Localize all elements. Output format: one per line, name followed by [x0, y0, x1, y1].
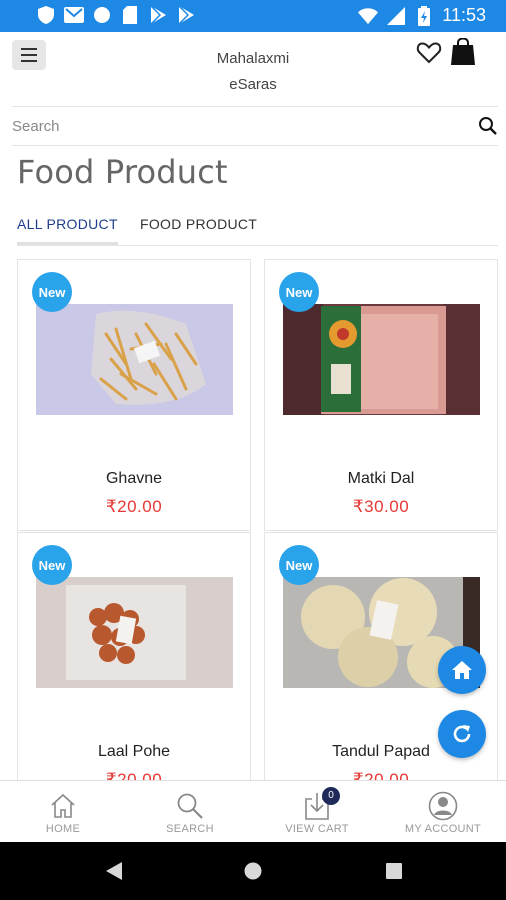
- product-image[interactable]: [36, 304, 233, 415]
- bag-button[interactable]: [450, 37, 476, 66]
- active-tab-indicator: [17, 242, 118, 245]
- nav-search-label: SEARCH: [166, 823, 214, 835]
- heart-icon: [416, 42, 442, 64]
- nav-my-account-label: MY ACCOUNT: [404, 823, 482, 835]
- product-card[interactable]: New Laal Pohe ₹20.00: [17, 532, 251, 804]
- clock: 11:53: [442, 5, 486, 25]
- cart-count-badge: 0: [322, 787, 340, 805]
- app-header: Mahalaxmi eSaras: [0, 32, 506, 104]
- play-store-icon: [176, 5, 196, 25]
- recents-icon[interactable]: [386, 863, 402, 879]
- search-icon: [175, 791, 205, 821]
- account-icon: [428, 791, 458, 821]
- shopping-bag-icon: [451, 37, 475, 65]
- product-card[interactable]: New Matki Dal ₹30.00: [264, 259, 498, 531]
- page-title: Food Product: [17, 153, 228, 191]
- shield-icon: [36, 5, 56, 25]
- nav-home[interactable]: HOME: [0, 791, 126, 835]
- new-badge: New: [32, 545, 72, 585]
- home-icon: [48, 791, 78, 821]
- play-store-icon: [148, 5, 168, 25]
- category-tabs: ALL PRODUCT FOOD PRODUCT: [17, 208, 498, 246]
- back-icon[interactable]: [106, 862, 122, 880]
- system-navigation-bar: [0, 842, 506, 900]
- product-price: ₹30.00: [352, 497, 410, 516]
- home-fab[interactable]: [438, 646, 486, 694]
- wifi-icon: [358, 6, 379, 26]
- product-image[interactable]: [36, 577, 233, 688]
- new-badge: New: [279, 272, 319, 312]
- new-badge: New: [32, 272, 72, 312]
- search-button[interactable]: [478, 116, 498, 136]
- product-card[interactable]: New Ghavne ₹20.00: [17, 259, 251, 531]
- product-name[interactable]: Matki Dal: [265, 470, 497, 488]
- sd-card-icon: [120, 5, 140, 25]
- brand-line2: eSaras: [229, 76, 277, 93]
- refresh-icon: [453, 725, 471, 743]
- gmail-icon: [64, 5, 84, 25]
- circle-icon: [92, 5, 112, 25]
- nav-search[interactable]: SEARCH: [127, 791, 253, 835]
- nav-view-cart[interactable]: 0 VIEW CART: [254, 787, 380, 835]
- product-name[interactable]: Laal Pohe: [18, 743, 250, 761]
- home-circle-icon[interactable]: [244, 862, 262, 880]
- search-icon: [479, 117, 497, 135]
- nav-view-cart-label: VIEW CART: [285, 823, 349, 835]
- product-name[interactable]: Ghavne: [18, 470, 250, 488]
- nav-my-account[interactable]: MY ACCOUNT: [380, 791, 506, 835]
- status-bar: 11:53: [0, 0, 506, 32]
- cart-download-icon: 0: [302, 787, 340, 821]
- search-input[interactable]: [12, 107, 452, 145]
- battery-icon: [414, 5, 434, 26]
- signal-icon: [386, 6, 406, 26]
- product-image[interactable]: [283, 304, 480, 415]
- tab-all-product[interactable]: ALL PRODUCT: [17, 216, 118, 232]
- home-icon: [452, 661, 472, 679]
- nav-home-label: HOME: [45, 823, 81, 835]
- bottom-navigation: HOME SEARCH 0 VIEW CART MY ACCOUNT: [0, 780, 506, 842]
- wishlist-button[interactable]: [416, 40, 442, 66]
- new-badge: New: [279, 545, 319, 585]
- refresh-fab[interactable]: [438, 710, 486, 758]
- product-price: ₹20.00: [105, 497, 163, 516]
- search-bar: [12, 106, 498, 146]
- tab-food-product[interactable]: FOOD PRODUCT: [140, 216, 257, 232]
